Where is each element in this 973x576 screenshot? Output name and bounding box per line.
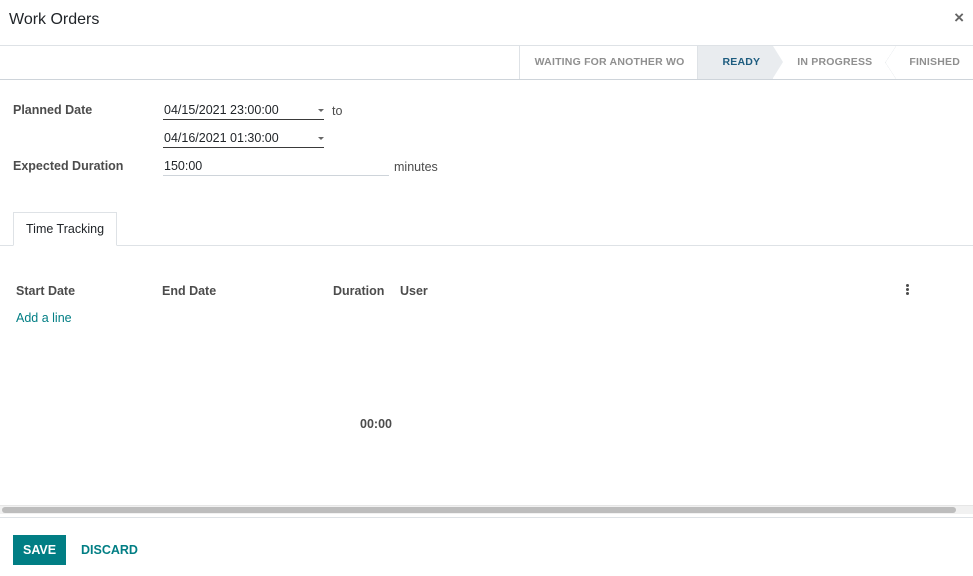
column-header-start-date[interactable]: Start Date bbox=[16, 284, 75, 298]
modal-header: Work Orders × bbox=[0, 0, 973, 46]
status-step-finished[interactable]: FINISHED bbox=[885, 46, 973, 79]
duration-unit-label: minutes bbox=[394, 160, 438, 174]
add-line-link[interactable]: Add a line bbox=[16, 311, 72, 325]
status-step-waiting[interactable]: WAITING FOR ANOTHER WO bbox=[518, 46, 698, 79]
close-icon[interactable]: × bbox=[954, 9, 964, 27]
horizontal-scrollbar[interactable] bbox=[0, 505, 973, 514]
notebook-tabs: Time Tracking bbox=[0, 212, 973, 246]
modal-footer: SAVE DISCARD bbox=[0, 517, 973, 576]
expected-duration-label: Expected Duration bbox=[13, 159, 124, 173]
status-steps: WAITING FOR ANOTHER WO READY IN PROGRESS… bbox=[518, 46, 973, 79]
kebab-menu-icon[interactable] bbox=[903, 284, 911, 298]
to-label: to bbox=[332, 104, 343, 118]
discard-button[interactable]: DISCARD bbox=[73, 535, 146, 565]
total-duration: 00:00 bbox=[360, 417, 392, 431]
expected-duration-input[interactable] bbox=[163, 156, 389, 176]
column-header-duration[interactable]: Duration bbox=[333, 284, 384, 298]
modal-title: Work Orders bbox=[9, 11, 100, 28]
planned-end-input[interactable] bbox=[163, 128, 324, 148]
status-bar: WAITING FOR ANOTHER WO READY IN PROGRESS… bbox=[0, 46, 973, 80]
status-step-in-progress[interactable]: IN PROGRESS bbox=[773, 46, 885, 79]
tab-time-tracking[interactable]: Time Tracking bbox=[13, 212, 118, 246]
column-header-user[interactable]: User bbox=[400, 284, 428, 298]
scrollbar-thumb[interactable] bbox=[2, 507, 956, 513]
planned-date-label: Planned Date bbox=[13, 103, 93, 117]
planned-start-input[interactable] bbox=[163, 100, 324, 120]
save-button[interactable]: SAVE bbox=[13, 535, 67, 565]
column-header-end-date[interactable]: End Date bbox=[162, 284, 216, 298]
status-step-ready[interactable]: READY bbox=[697, 46, 783, 79]
